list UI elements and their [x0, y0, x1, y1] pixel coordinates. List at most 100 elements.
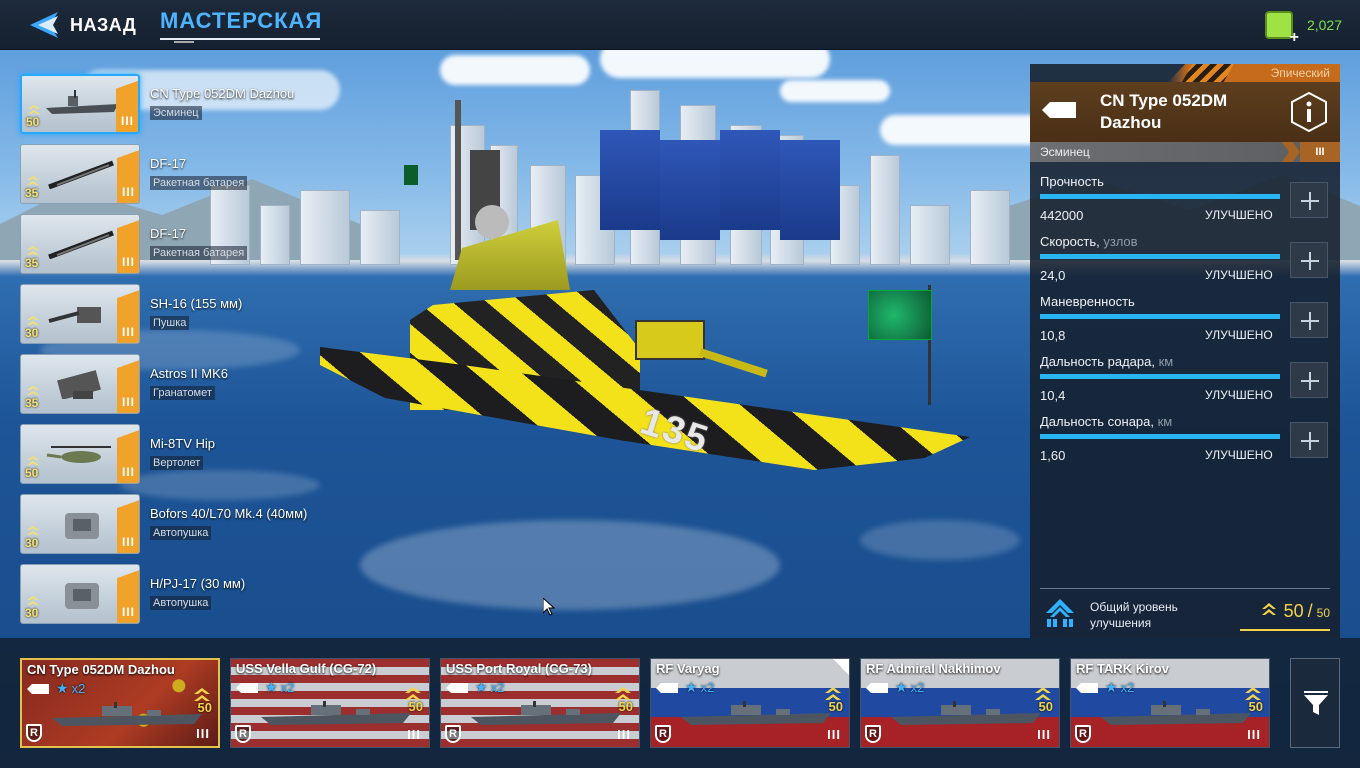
- class-label: Эсминец: [1040, 145, 1090, 159]
- card-stars-count: x2: [71, 681, 86, 696]
- stat-status: УЛУЧШЕНО: [1205, 388, 1273, 402]
- filter-icon: [1304, 691, 1328, 715]
- overall-upgrade: Общий уровень улучшения 50 / 50: [1040, 588, 1330, 632]
- stat-value: 10,8: [1040, 328, 1066, 343]
- fleet-ship-card[interactable]: CN Type 052DM Dazhou ★ x2 50 R III: [20, 658, 220, 748]
- card-stars-count: x2: [1120, 680, 1135, 695]
- loadout-item[interactable]: 30 III SH-16 (155 мм) Пушка: [20, 284, 360, 344]
- fleet-ship-card[interactable]: USS Port Royal (CG-73) ★ x2 50 R III: [440, 658, 640, 748]
- fleet-ship-card[interactable]: USS Vella Gulf (CG-72) ★ x2 50 R III: [230, 658, 430, 748]
- stat-name: Дальность сонара,: [1040, 414, 1154, 429]
- back-label: НАЗАД: [70, 14, 137, 35]
- upgrade-plus-button[interactable]: [1290, 242, 1328, 278]
- item-type: Вертолет: [150, 456, 204, 470]
- loadout-item[interactable]: 35 III DF-17 Ракетная батарея: [20, 214, 360, 274]
- currency-add-icon[interactable]: [1264, 11, 1299, 47]
- stat-row: Маневренность 10,8 УЛУЧШЕНО: [1040, 294, 1330, 350]
- upgrade-level-icon: [1046, 599, 1074, 627]
- back-button[interactable]: НАЗАД: [28, 10, 136, 40]
- radar-dome: [475, 205, 509, 239]
- item-type: Пушка: [150, 316, 190, 330]
- item-name: Astros II MK6: [150, 366, 229, 381]
- ship-silhouette-icon: [1101, 701, 1251, 725]
- card-stars-count: x2: [910, 680, 925, 695]
- overall-max: 50: [1316, 606, 1330, 620]
- level-chevron-icon: [27, 526, 39, 535]
- rank-badge-icon: R: [1075, 725, 1091, 743]
- ship-silhouette-icon: [471, 701, 621, 725]
- stat-row: Прочность 442000 УЛУЧШЕНО: [1040, 174, 1330, 230]
- star-icon: ★: [265, 679, 278, 695]
- item-type: Гранатомет: [150, 386, 215, 400]
- card-level: 50: [618, 699, 633, 714]
- card-stars-count: x2: [490, 680, 505, 695]
- upgrade-plus-button[interactable]: [1290, 182, 1328, 218]
- card-stars: ★ x2: [895, 679, 924, 696]
- item-name: SH-16 (155 мм): [150, 296, 243, 311]
- fleet-ship-card[interactable]: RF Varyag ★ x2 50 R III: [650, 658, 850, 748]
- fleet-ship-card[interactable]: RF TARK Kirov ★ x2 50 R III: [1070, 658, 1270, 748]
- fleet-ship-card[interactable]: RF Admiral Nakhimov ★ x2 50 R III: [860, 658, 1060, 748]
- stat-bar: [1040, 254, 1280, 259]
- loadout-item[interactable]: 30 III H/PJ-17 (30 мм) Автопушка: [20, 564, 360, 624]
- loadout-item-text: CN Type 052DM Dazhou Эсминец: [140, 74, 294, 134]
- new-corner-icon: [833, 659, 849, 675]
- card-level: 50: [408, 699, 423, 714]
- item-name: DF-17: [150, 156, 187, 171]
- level-chevron-icon: [28, 105, 40, 114]
- top-bar: НАЗАД МАСТЕРСКАЯ 2,027: [0, 0, 1360, 50]
- class-bar: Эсминец III: [1030, 142, 1340, 162]
- ship-bridge: [450, 220, 570, 290]
- stat-bar: [1040, 434, 1280, 439]
- stat-status: УЛУЧШЕНО: [1205, 448, 1273, 462]
- card-tier: III: [196, 726, 210, 741]
- loadout-list: 50 III CN Type 052DM Dazhou Эсминец 35 I…: [20, 74, 360, 634]
- card-stars: ★ x2: [685, 679, 714, 696]
- page-title: МАСТЕРСКАЯ: [160, 8, 323, 33]
- card-ship-name: RF TARK Kirov: [1076, 661, 1169, 676]
- stat-value: 1,60: [1040, 448, 1066, 463]
- item-tier: III: [121, 185, 135, 199]
- loadout-item[interactable]: 35 III DF-17 Ракетная батарея: [20, 144, 360, 204]
- stat-bar: [1040, 374, 1280, 379]
- card-ship-name: RF Varyag: [656, 661, 720, 676]
- stat-label: Маневренность: [1040, 294, 1135, 309]
- star-icon: ★: [475, 679, 488, 695]
- loadout-item[interactable]: 30 III Bofors 40/L70 Mk.4 (40мм) Автопуш…: [20, 494, 360, 554]
- stat-bar-fill: [1040, 314, 1280, 319]
- loadout-thumbnail: 30 III: [20, 284, 140, 344]
- info-icon[interactable]: [1288, 91, 1330, 133]
- ship-silhouette-icon: [261, 701, 411, 725]
- item-level: 35: [25, 256, 39, 270]
- stat-label: Прочность: [1040, 174, 1104, 189]
- stat-name: Маневренность: [1040, 294, 1135, 309]
- card-ship-name: CN Type 052DM Dazhou: [27, 662, 175, 677]
- missile-thumb-icon: [48, 230, 114, 259]
- currency-display[interactable]: 2,027: [1264, 11, 1342, 47]
- item-tier: III: [121, 605, 135, 619]
- upgrade-plus-button[interactable]: [1290, 422, 1328, 458]
- loadout-thumbnail: 35 III: [20, 354, 140, 414]
- level-chevron-icon: [27, 176, 39, 185]
- loadout-item[interactable]: 35 III Astros II MK6 Гранатомет: [20, 354, 360, 414]
- overall-upgrade-value: 50 / 50: [1261, 601, 1330, 622]
- filter-button[interactable]: [1290, 658, 1340, 748]
- ship-class-icon: [27, 684, 49, 694]
- loadout-item[interactable]: 50 III Mi-8TV Hip Вертолет: [20, 424, 360, 484]
- rank-badge-icon: R: [445, 725, 461, 743]
- stat-name: Дальность радара,: [1040, 354, 1155, 369]
- upgrade-plus-button[interactable]: [1290, 362, 1328, 398]
- item-level: 30: [25, 536, 39, 550]
- ship-class-icon: [1076, 683, 1098, 693]
- card-stars: ★ x2: [56, 680, 85, 697]
- level-chevron-icon: [27, 456, 39, 465]
- helicopter-thumb-icon: [46, 446, 111, 463]
- stat-bar-fill: [1040, 254, 1280, 259]
- loadout-item[interactable]: 50 III CN Type 052DM Dazhou Эсминец: [20, 74, 360, 134]
- stat-name: Прочность: [1040, 174, 1104, 189]
- upgrade-plus-button[interactable]: [1290, 302, 1328, 338]
- stat-unit: км: [1154, 414, 1173, 429]
- workshop-tab[interactable]: МАСТЕРСКАЯ: [160, 8, 323, 43]
- ship-mast: [455, 100, 461, 260]
- stat-bar-fill: [1040, 194, 1280, 199]
